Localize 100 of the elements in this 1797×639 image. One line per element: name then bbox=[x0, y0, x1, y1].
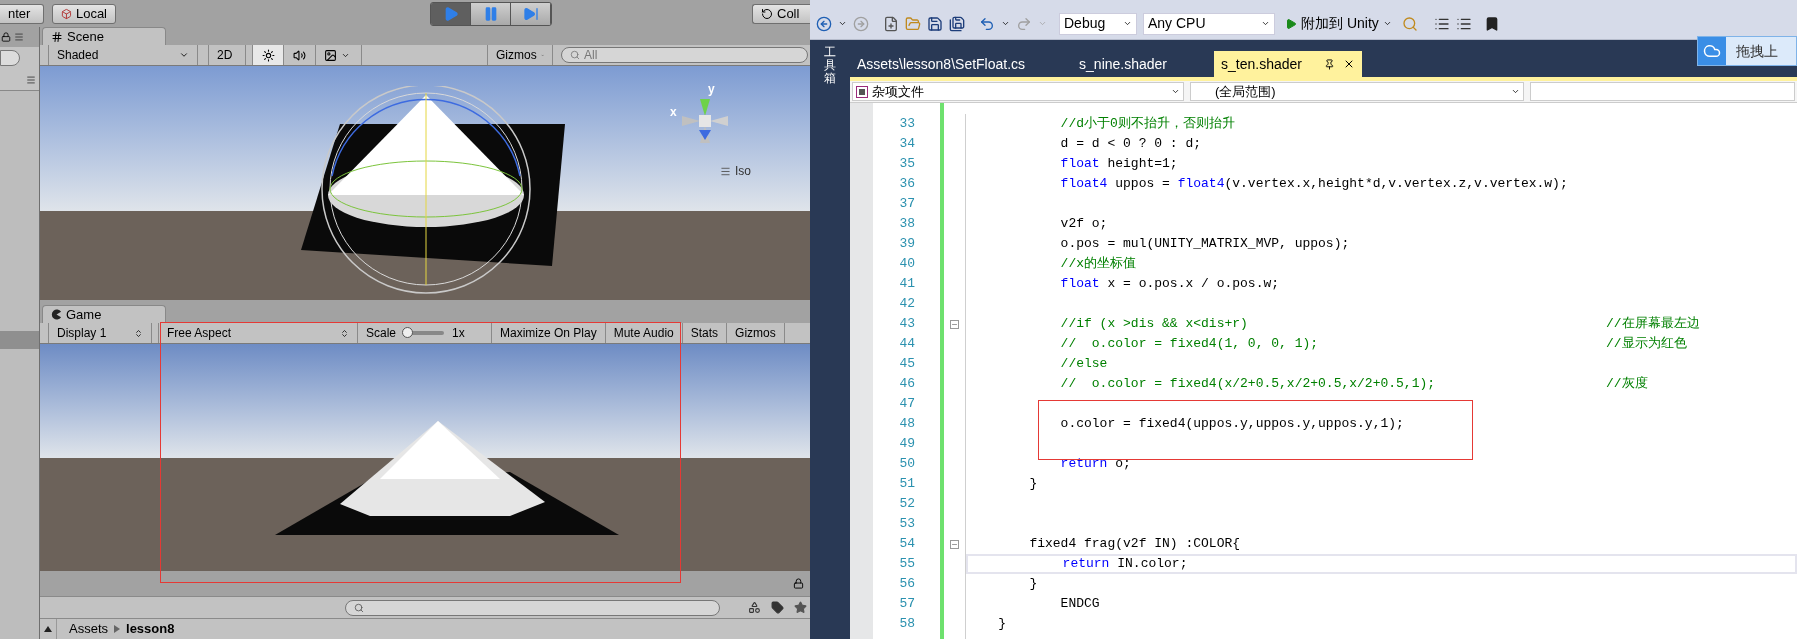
code-line: d = d < 0 ? 0 : d; bbox=[1059, 135, 1202, 154]
breadcrumb-item[interactable]: Assets bbox=[69, 619, 108, 639]
pin-icon[interactable] bbox=[1324, 58, 1335, 70]
file-tab[interactable]: s_ten.shader bbox=[1214, 51, 1362, 77]
collab-button[interactable]: Coll bbox=[752, 3, 810, 24]
line-number: 33 bbox=[898, 115, 915, 133]
caret-icon bbox=[1171, 87, 1180, 96]
line-number: 34 bbox=[898, 135, 915, 153]
caret-icon bbox=[1382, 19, 1392, 28]
file-tab[interactable]: s_nine.shader bbox=[1072, 51, 1175, 77]
line-number: 44 bbox=[898, 335, 915, 353]
tag-icon[interactable] bbox=[771, 601, 784, 614]
caret-icon[interactable] bbox=[838, 19, 847, 28]
line-number: 55 bbox=[898, 555, 915, 573]
pause-button[interactable] bbox=[471, 2, 511, 25]
toolbar-toggle[interactable]: Gizmos bbox=[727, 323, 785, 343]
updown-icon bbox=[340, 328, 349, 338]
code-line: float height=1; bbox=[1059, 155, 1178, 174]
undo-icon[interactable] bbox=[979, 15, 995, 32]
line-number: 48 bbox=[898, 415, 915, 433]
project-dropdown[interactable]: 杂项文件 bbox=[852, 82, 1184, 101]
toolbar-toggle[interactable]: Mute Audio bbox=[605, 323, 683, 343]
hash-icon bbox=[51, 30, 63, 43]
platform-dropdown[interactable]: Any CPU bbox=[1143, 12, 1275, 35]
lighting-toggle[interactable] bbox=[252, 45, 284, 65]
pivot-button[interactable]: nter bbox=[0, 3, 44, 24]
breadcrumb-arrow-icon bbox=[114, 625, 120, 633]
display-dropdown[interactable]: Display 1 bbox=[48, 323, 152, 343]
updown-icon bbox=[134, 328, 143, 338]
x-axis-label: x bbox=[670, 104, 677, 121]
space-button[interactable]: Local bbox=[52, 3, 116, 24]
sun-icon bbox=[261, 48, 275, 62]
speaker-icon bbox=[293, 48, 306, 62]
game-tab[interactable]: Game bbox=[42, 305, 166, 323]
mode-2d-button[interactable]: 2D bbox=[208, 45, 246, 65]
configuration-dropdown[interactable]: Debug bbox=[1059, 12, 1137, 35]
fold-toggle[interactable] bbox=[950, 539, 959, 549]
projection-label[interactable]: Iso bbox=[735, 162, 751, 180]
menu-icon bbox=[720, 165, 731, 177]
code-line: // o.color = fixed4(x/2+0.5,x/2+0.5,x/2+0.5,1); bbox=[1059, 375, 1436, 394]
caret-icon[interactable] bbox=[1001, 19, 1010, 28]
toolbar-toggle[interactable]: Stats bbox=[682, 323, 728, 343]
y-axis-label: y bbox=[708, 81, 715, 98]
code-line: float x = o.pos.x / o.pos.w; bbox=[1059, 275, 1280, 294]
code-line: v2f o; bbox=[1059, 215, 1108, 234]
code-comment: //显示为红色 bbox=[1606, 335, 1687, 354]
scale-label: Scale bbox=[366, 325, 397, 342]
toolbox-label[interactable]: 工具箱 bbox=[824, 46, 836, 639]
save-all-icon[interactable] bbox=[949, 15, 965, 32]
gizmos-dropdown[interactable]: Gizmos bbox=[487, 45, 553, 65]
code-line: //if (x >dis && x<dis+r) bbox=[1059, 315, 1248, 334]
refresh-icon bbox=[761, 7, 773, 20]
line-number: 45 bbox=[898, 355, 915, 373]
lock-icon[interactable] bbox=[793, 578, 804, 589]
line-number: 36 bbox=[898, 175, 915, 193]
caret-icon bbox=[179, 50, 189, 60]
save-icon[interactable] bbox=[927, 15, 943, 32]
star-icon[interactable] bbox=[794, 601, 807, 614]
line-number: 56 bbox=[898, 575, 915, 593]
step-button[interactable] bbox=[511, 2, 551, 25]
cloud-icon bbox=[1703, 42, 1721, 60]
code-line: fixed4 frag(v2f IN) :COLOR{ bbox=[1028, 535, 1241, 554]
code-line: ENDCG bbox=[1059, 595, 1100, 614]
upload-popup[interactable]: 拖拽上 bbox=[1697, 36, 1797, 66]
axis-gizmo-icon[interactable] bbox=[680, 96, 730, 146]
search-icon bbox=[354, 602, 364, 613]
file-type-icon bbox=[856, 85, 868, 98]
new-file-icon[interactable] bbox=[883, 15, 899, 32]
code-line: o.pos = mul(UNITY_MATRIX_MVP, uppos); bbox=[1059, 235, 1350, 254]
code-comment: //灰度 bbox=[1606, 375, 1648, 394]
lock-icon[interactable] bbox=[1, 32, 11, 42]
line-number: 37 bbox=[898, 195, 915, 213]
search-field[interactable] bbox=[345, 599, 720, 616]
breadcrumb-item[interactable]: lesson8 bbox=[126, 619, 175, 639]
line-number: 54 bbox=[898, 535, 915, 553]
toolbar-toggle[interactable]: Maximize On Play bbox=[492, 323, 606, 343]
code-line: o.color = fixed4(uppos.y,uppos.y,uppos.y,1); bbox=[1059, 415, 1404, 434]
scene-view[interactable]: y x Iso bbox=[40, 66, 810, 300]
search-field[interactable] bbox=[0, 50, 20, 66]
fold-toggle[interactable] bbox=[950, 319, 959, 329]
start-button[interactable]: 附加到 Unity bbox=[1281, 12, 1396, 35]
file-tab[interactable]: Assets\lesson8\SetFloat.cs bbox=[850, 51, 1033, 77]
scene-tab[interactable]: Scene bbox=[42, 27, 166, 45]
line-number: 53 bbox=[898, 515, 915, 533]
scope-dropdown[interactable]: (全局范围) bbox=[1190, 82, 1524, 101]
caret-icon bbox=[1511, 87, 1520, 96]
aspect-dropdown[interactable]: Free Aspect bbox=[158, 323, 358, 343]
shapes-icon[interactable] bbox=[748, 601, 761, 614]
back-icon[interactable] bbox=[816, 15, 832, 32]
code-comment: //在屏幕最左边 bbox=[1606, 315, 1700, 334]
code-line: // o.color = fixed4(1, 0, 0, 1); bbox=[1059, 335, 1319, 354]
line-number: 47 bbox=[898, 395, 915, 413]
line-number: 46 bbox=[898, 375, 915, 393]
step-icon bbox=[522, 5, 539, 22]
line-number: 51 bbox=[898, 475, 915, 493]
image-icon bbox=[324, 48, 337, 62]
shading-dropdown[interactable]: Shaded bbox=[48, 45, 198, 65]
code-line: //d小于0则不抬升，否则抬升 bbox=[1059, 115, 1235, 134]
line-number: 39 bbox=[898, 235, 915, 253]
close-icon[interactable] bbox=[1343, 58, 1355, 70]
